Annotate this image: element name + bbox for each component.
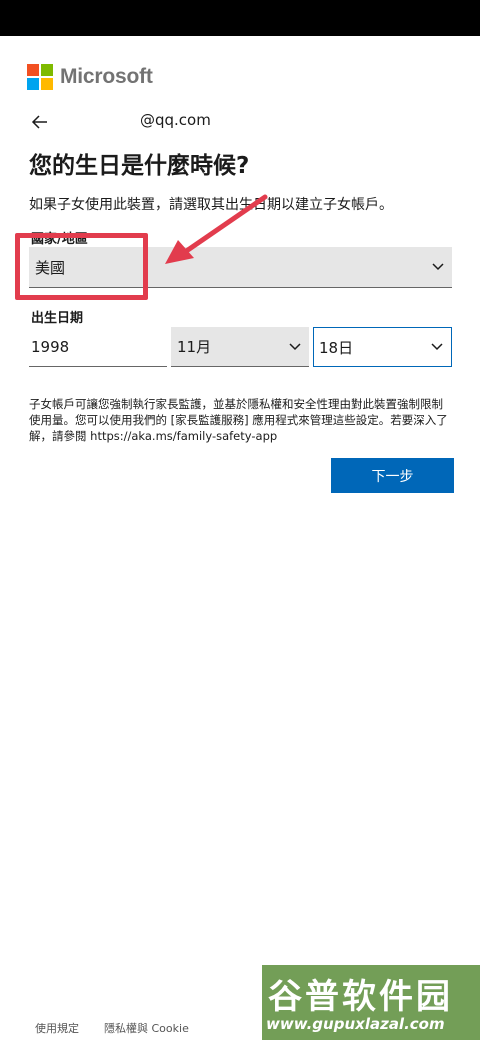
chevron-down-icon [432,263,444,271]
annotation-arrow-icon [165,194,268,264]
next-button[interactable]: 下一步 [331,458,454,493]
privacy-cookies-link[interactable]: 隱私權與 Cookie [104,1020,189,1036]
chevron-down-icon [289,342,301,350]
chevron-down-icon [431,343,443,351]
watermark-title: 谷普软件园 [268,977,453,1017]
microsoft-logo: Microsoft [27,64,153,90]
microsoft-logo-icon [27,64,53,90]
status-bar [0,0,480,36]
arrow-left-icon [31,115,47,129]
birth-year-value: 1998 [31,337,70,356]
annotation-highlight-box [15,233,148,300]
birth-year-input[interactable]: 1998 [29,327,167,367]
watermark-url: www.gupuxlazal.com [266,1015,445,1033]
watermark: 谷普软件园 www.gupuxlazal.com [262,965,480,1040]
brand-name: Microsoft [60,65,153,88]
birth-day-select[interactable]: 18日 [313,327,452,367]
terms-link[interactable]: 使用規定 [35,1020,79,1036]
birthdate-label: 出生日期 [31,311,84,326]
birth-month-select[interactable]: 11月 [171,327,309,367]
account-email: @qq.com [140,111,211,129]
birth-day-value: 18日 [319,338,354,357]
page-title: 您的生日是什麼時候? [29,153,250,179]
back-button[interactable] [30,112,50,132]
child-account-info: 子女帳戶可讓您強制執行家長監護，並基於隱私權和安全性理由對此裝置強制限制使用量。… [29,397,448,444]
birth-month-value: 11月 [177,338,212,356]
